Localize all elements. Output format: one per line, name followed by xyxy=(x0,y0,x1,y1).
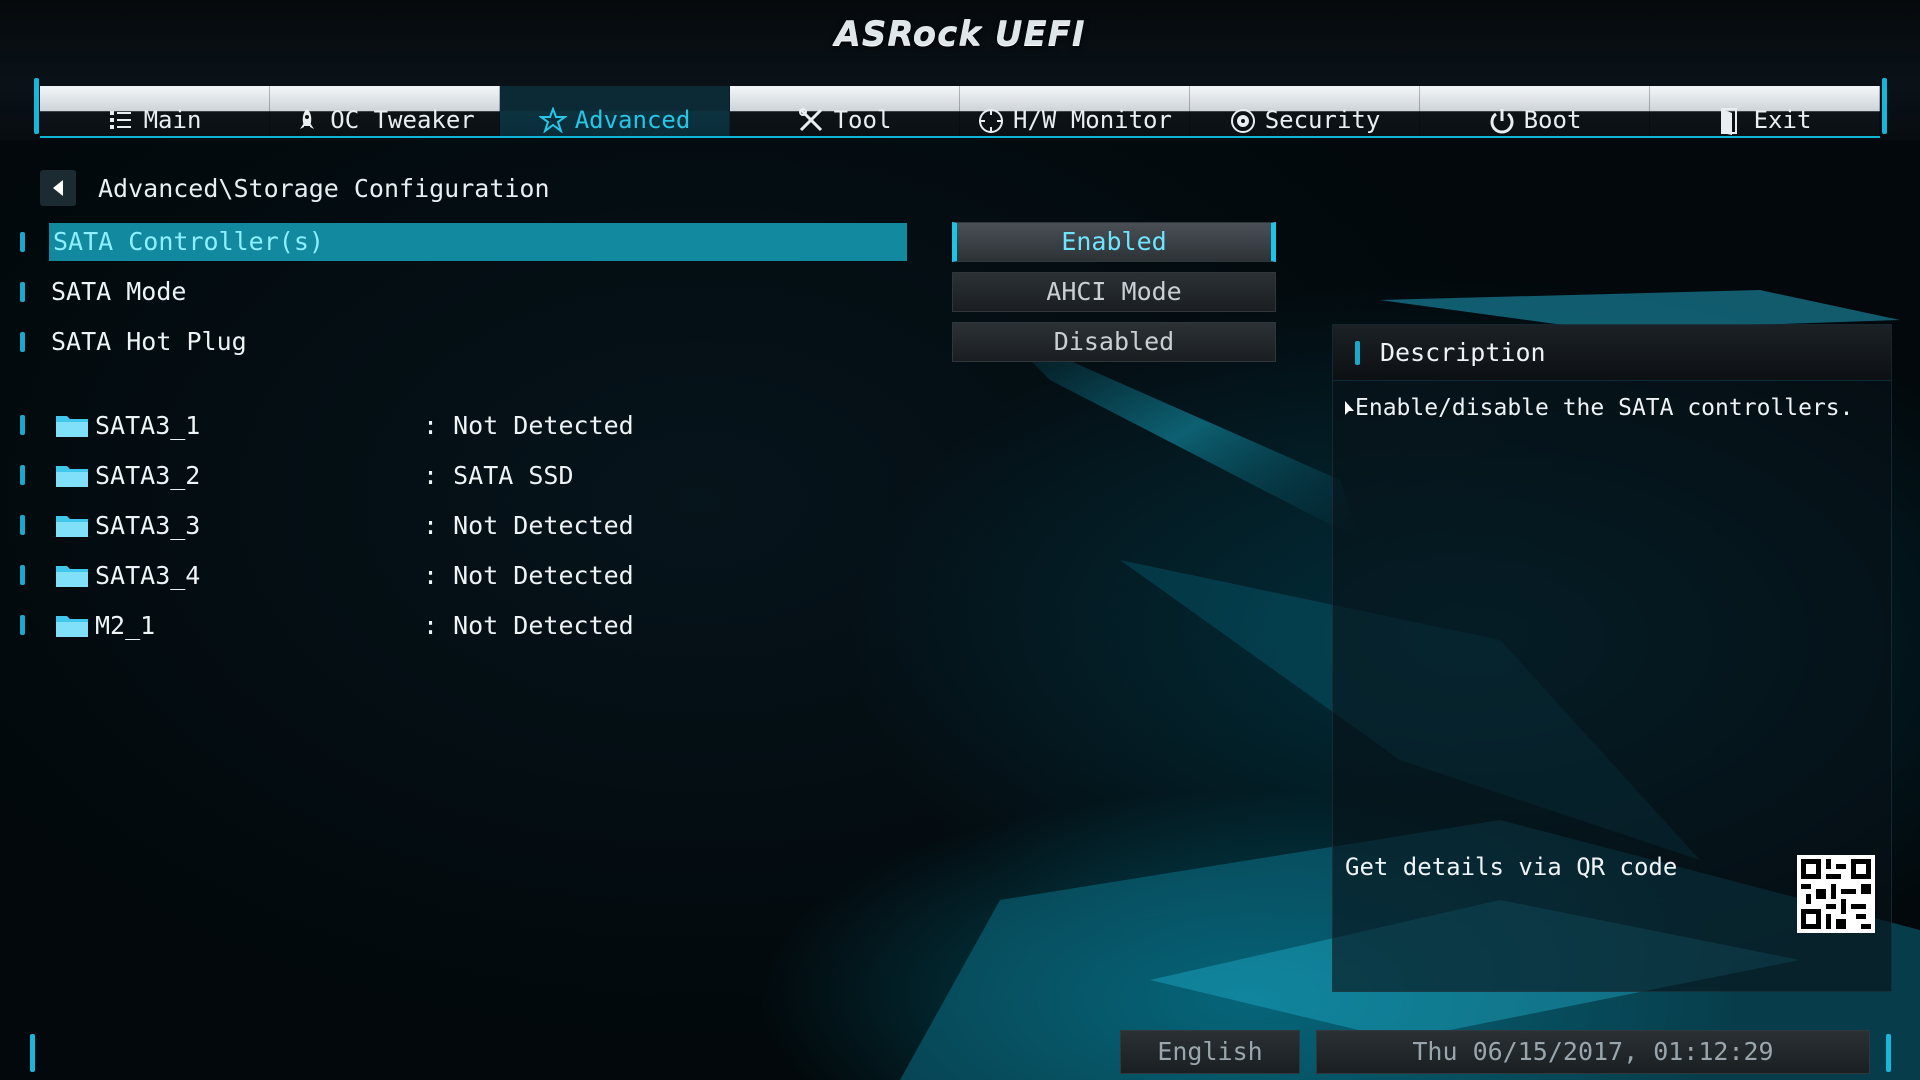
row-marker xyxy=(20,565,25,585)
description-text: Enable/disable the SATA controllers. xyxy=(1345,395,1854,421)
tab-label: Tool xyxy=(833,106,892,134)
device-status: : Not Detected xyxy=(423,610,634,640)
star-icon xyxy=(537,106,568,134)
description-header: Description xyxy=(1333,325,1891,381)
setting-label: SATA Controller(s) xyxy=(49,223,907,261)
tab-exit[interactable]: Exit xyxy=(1650,86,1880,136)
folder-icon xyxy=(55,462,89,488)
row-marker xyxy=(1355,340,1360,365)
footer-left-accent xyxy=(30,1034,35,1072)
power-icon xyxy=(1488,107,1514,134)
tools-icon xyxy=(798,107,824,133)
tab-label: OC Tweaker xyxy=(330,106,475,134)
setting-label: SATA Hot Plug xyxy=(51,327,247,356)
tab-label: Security xyxy=(1264,106,1381,134)
folder-icon xyxy=(55,612,89,638)
description-panel: Description Enable/disable the SATA cont… xyxy=(1332,324,1892,992)
right-edge-accent xyxy=(1882,78,1887,134)
device-status: : Not Detected xyxy=(423,510,634,540)
tab-security[interactable]: Security xyxy=(1190,86,1420,136)
rocket-icon xyxy=(294,107,320,133)
language-selector[interactable]: English xyxy=(1120,1030,1300,1074)
device-name: SATA3_3 xyxy=(95,510,201,540)
device-status: : Not Detected xyxy=(423,560,634,590)
folder-icon xyxy=(55,562,89,588)
device-row[interactable]: SATA3_2 : SATA SSD xyxy=(20,455,574,495)
setting-sata-controllers[interactable]: SATA Controller(s) xyxy=(20,222,907,262)
setting-sata-hot-plug[interactable]: SATA Hot Plug xyxy=(20,322,247,362)
sata-mode-value[interactable]: AHCI Mode xyxy=(952,272,1276,312)
back-arrow-icon xyxy=(53,180,63,196)
description-title: Description xyxy=(1380,338,1546,367)
breadcrumb: Advanced\Storage Configuration xyxy=(40,170,550,206)
folder-icon xyxy=(55,412,89,438)
device-row[interactable]: SATA3_1 : Not Detected xyxy=(20,405,634,445)
folder-icon xyxy=(55,512,89,538)
device-status: : Not Detected xyxy=(423,410,634,440)
device-name: SATA3_2 xyxy=(95,460,201,490)
sata-hot-plug-value[interactable]: Disabled xyxy=(952,322,1276,362)
row-marker xyxy=(20,515,25,535)
device-row[interactable]: M2_1 : Not Detected xyxy=(20,605,634,645)
row-marker xyxy=(20,465,25,485)
row-marker xyxy=(20,615,25,635)
device-name: SATA3_4 xyxy=(95,560,201,590)
tab-label: Exit xyxy=(1753,106,1812,134)
row-marker xyxy=(20,282,25,302)
list-icon xyxy=(108,107,134,133)
crosshair-icon xyxy=(977,107,1004,133)
tab-oc-tweaker[interactable]: OC Tweaker xyxy=(270,86,500,136)
setting-sata-mode[interactable]: SATA Mode xyxy=(20,272,186,312)
asrock-uefi-logo: ASRock UEFI xyxy=(834,14,1086,54)
tab-label: Main xyxy=(143,106,202,134)
main-tab-bar: Main OC Tweaker Advanced Tool H/W Monitor Sec… xyxy=(40,86,1880,138)
tab-label: Boot xyxy=(1523,106,1582,134)
setting-label: SATA Mode xyxy=(51,277,187,306)
back-button[interactable] xyxy=(40,170,76,206)
row-marker xyxy=(20,232,25,252)
mouse-cursor-icon xyxy=(1345,401,1354,415)
tab-label: H/W Monitor xyxy=(1013,106,1172,134)
top-header: ASRock UEFI Main OC Tweaker Advanced Tool H/… xyxy=(0,0,1920,140)
shield-icon xyxy=(1229,107,1255,133)
tab-boot[interactable]: Boot xyxy=(1420,86,1650,136)
tab-h-w-monitor[interactable]: H/W Monitor xyxy=(960,86,1190,136)
qr-label: Get details via QR code xyxy=(1345,853,1678,881)
footer-right-accent xyxy=(1886,1034,1891,1072)
row-marker xyxy=(20,415,25,435)
date-time-display: Thu 06/15/2017, 01:12:29 xyxy=(1316,1030,1870,1074)
tab-tool[interactable]: Tool xyxy=(730,86,960,136)
device-row[interactable]: SATA3_4 : Not Detected xyxy=(20,555,634,595)
device-row[interactable]: SATA3_3 : Not Detected xyxy=(20,505,634,545)
sata-controllers-value[interactable]: Enabled xyxy=(952,222,1276,262)
row-marker xyxy=(20,332,25,352)
breadcrumb-path: Advanced\Storage Configuration xyxy=(98,173,550,203)
exit-door-icon xyxy=(1718,107,1744,135)
tab-advanced[interactable]: Advanced xyxy=(500,86,730,136)
tab-label: Advanced xyxy=(574,106,691,134)
device-status: : SATA SSD xyxy=(423,460,574,490)
device-name: M2_1 xyxy=(95,610,156,640)
description-body: Enable/disable the SATA controllers. xyxy=(1355,395,1854,421)
device-name: SATA3_1 xyxy=(95,410,201,440)
tab-main[interactable]: Main xyxy=(40,86,270,136)
qr-code-icon[interactable] xyxy=(1797,855,1875,933)
left-edge-accent xyxy=(34,78,39,134)
